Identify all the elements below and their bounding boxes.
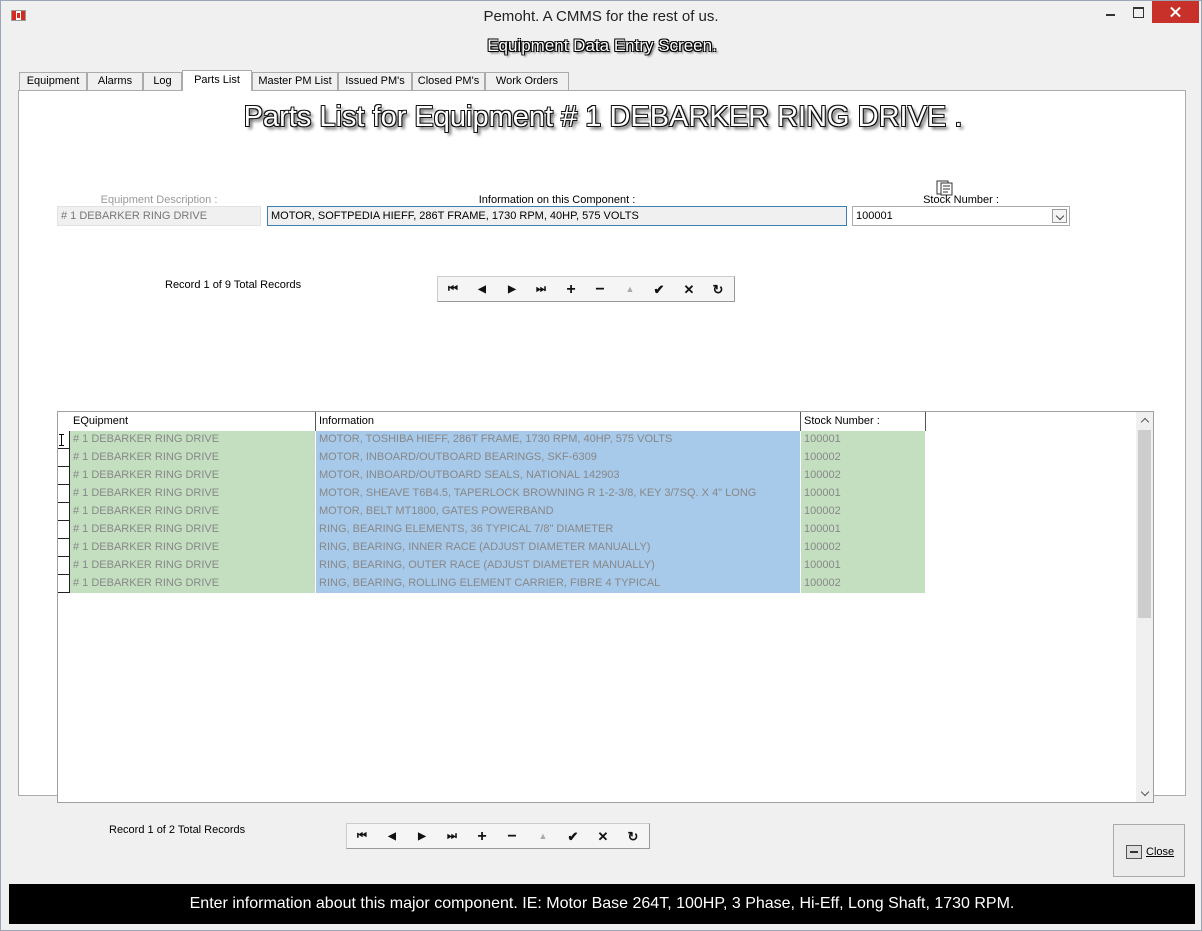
maximize-button[interactable] xyxy=(1125,1,1151,23)
cell-equipment[interactable]: # 1 DEBARKER RING DRIVE xyxy=(70,467,316,485)
cell-stock-number[interactable]: 100001 xyxy=(801,485,926,503)
post-record-icon[interactable]: ✔ xyxy=(560,828,586,845)
last-record-icon[interactable]: ⏭ xyxy=(439,828,465,845)
delete-record-icon[interactable]: − xyxy=(587,281,613,298)
equipment-description-field: # 1 DEBARKER RING DRIVE xyxy=(57,206,261,226)
edit-record-icon[interactable]: ▲ xyxy=(530,828,556,845)
stock-number-select[interactable]: 100001 xyxy=(852,206,1070,226)
cell-stock-number[interactable]: 100002 xyxy=(801,503,926,521)
cell-stock-number[interactable]: 100002 xyxy=(801,539,926,557)
cell-stock-number[interactable]: 100001 xyxy=(801,431,926,449)
information-field[interactable]: MOTOR, SOFTPEDIA HIEFF, 286T FRAME, 1730… xyxy=(267,206,847,226)
grid-vertical-scrollbar[interactable] xyxy=(1136,412,1153,802)
tab-work-orders[interactable]: Work Orders xyxy=(485,72,569,91)
column-header-stock-number[interactable]: Stock Number : xyxy=(801,412,926,432)
parts-list-title: Parts List for Equipment # 1 DEBARKER RI… xyxy=(243,101,963,133)
chevron-down-icon[interactable] xyxy=(1052,209,1067,223)
insert-record-icon[interactable]: + xyxy=(558,281,584,298)
cell-stock-number[interactable]: 100002 xyxy=(801,467,926,485)
app-window: Pemoht. A CMMS for the rest of us. Equip… xyxy=(0,0,1202,931)
minimize-button[interactable] xyxy=(1098,1,1124,23)
cell-equipment[interactable]: # 1 DEBARKER RING DRIVE xyxy=(70,449,316,467)
cell-information[interactable]: RING, BEARING, INNER RACE (ADJUST DIAMET… xyxy=(316,539,801,557)
scroll-down-icon[interactable] xyxy=(1136,785,1153,802)
cell-equipment[interactable]: # 1 DEBARKER RING DRIVE xyxy=(70,503,316,521)
edit-record-icon[interactable]: ▲ xyxy=(617,281,643,298)
cell-information[interactable]: MOTOR, BELT MT1800, GATES POWERBAND xyxy=(316,503,801,521)
client-area: Equipment Data Entry Screen. Equipment A… xyxy=(9,31,1195,924)
tab-closed-pms[interactable]: Closed PM's xyxy=(412,72,485,91)
row-indicator[interactable] xyxy=(58,521,70,539)
cell-equipment[interactable]: # 1 DEBARKER RING DRIVE xyxy=(70,575,316,593)
cell-stock-number[interactable]: 100001 xyxy=(801,521,926,539)
cell-stock-number[interactable]: 100002 xyxy=(801,449,926,467)
last-record-icon[interactable]: ⏭ xyxy=(528,281,554,298)
cell-information[interactable]: RING, BEARING ELEMENTS, 36 TYPICAL 7/8" … xyxy=(316,521,801,539)
first-record-icon[interactable]: ⏮ xyxy=(349,828,375,845)
cell-information[interactable]: MOTOR, SHEAVE T6B4.5, TAPERLOCK BROWNING… xyxy=(316,485,801,503)
tab-master-pm-list[interactable]: Master PM List xyxy=(252,72,338,91)
tab-equipment[interactable]: Equipment xyxy=(19,72,87,91)
cell-information[interactable]: MOTOR, INBOARD/OUTBOARD SEALS, NATIONAL … xyxy=(316,467,801,485)
tab-issued-pms[interactable]: Issued PM's xyxy=(338,72,412,91)
next-record-icon[interactable]: ▶ xyxy=(499,281,525,298)
scrollbar-thumb[interactable] xyxy=(1138,430,1151,618)
row-indicator[interactable] xyxy=(58,503,70,521)
window-close-button[interactable] xyxy=(1152,1,1199,23)
row-indicator[interactable] xyxy=(58,449,70,467)
parts-list-panel: Parts List for Equipment # 1 DEBARKER RI… xyxy=(18,90,1186,803)
equipment-description-label: Equipment Description : xyxy=(100,194,218,206)
title-bar[interactable]: Pemoht. A CMMS for the rest of us. xyxy=(1,1,1201,31)
stock-number-label: Stock Number : xyxy=(923,194,999,206)
window-title: Pemoht. A CMMS for the rest of us. xyxy=(483,8,719,25)
parts-navigator: ⏮ ◀ ▶ ⏭ + − ▲ ✔ ✕ ↻ xyxy=(437,276,735,302)
equipment-navigator: ⏮ ◀ ▶ ⏭ + − ▲ ✔ ✕ ↻ xyxy=(346,823,650,849)
row-indicator[interactable] xyxy=(58,485,70,503)
parts-record-counter: Record 1 of 9 Total Records xyxy=(165,279,302,291)
row-indicator[interactable] xyxy=(58,575,70,593)
information-label: Information on this Component : xyxy=(478,194,636,206)
column-header-equipment[interactable]: EQuipment xyxy=(70,412,316,432)
exit-door-icon xyxy=(1126,845,1142,859)
insert-record-icon[interactable]: + xyxy=(469,828,495,845)
prior-record-icon[interactable]: ◀ xyxy=(379,828,405,845)
row-indicator[interactable] xyxy=(58,539,70,557)
cell-information[interactable]: RING, BEARING, OUTER RACE (ADJUST DIAMET… xyxy=(316,557,801,575)
row-indicator[interactable] xyxy=(58,467,70,485)
cell-stock-number[interactable]: 100002 xyxy=(801,575,926,593)
next-record-icon[interactable]: ▶ xyxy=(409,828,435,845)
row-indicator[interactable] xyxy=(58,431,70,449)
text-cursor-icon xyxy=(59,434,66,446)
stock-number-value: 100001 xyxy=(856,210,893,222)
close-button[interactable]: Close xyxy=(1113,824,1185,877)
equipment-record-counter: Record 1 of 2 Total Records xyxy=(109,824,246,836)
cell-information[interactable]: MOTOR, TOSHIBA HIEFF, 286T FRAME, 1730 R… xyxy=(316,431,801,449)
tab-log[interactable]: Log xyxy=(143,72,182,91)
column-header-information[interactable]: Information xyxy=(316,412,801,432)
row-indicator[interactable] xyxy=(58,557,70,575)
delete-record-icon[interactable]: − xyxy=(499,828,525,845)
cell-equipment[interactable]: # 1 DEBARKER RING DRIVE xyxy=(70,557,316,575)
parts-grid[interactable]: EQuipment Information Stock Number : # 1… xyxy=(57,411,1154,803)
cell-information[interactable]: RING, BEARING, ROLLING ELEMENT CARRIER, … xyxy=(316,575,801,593)
scroll-up-icon[interactable] xyxy=(1136,412,1153,429)
status-hint-bar: Enter information about this major compo… xyxy=(9,884,1195,924)
cancel-edit-icon[interactable]: ✕ xyxy=(590,828,616,845)
tab-parts-list[interactable]: Parts List xyxy=(182,70,252,91)
refresh-data-icon[interactable]: ↻ xyxy=(620,828,646,845)
tab-alarms[interactable]: Alarms xyxy=(87,72,143,91)
refresh-data-icon[interactable]: ↻ xyxy=(705,281,731,298)
cell-equipment[interactable]: # 1 DEBARKER RING DRIVE xyxy=(70,539,316,557)
cancel-edit-icon[interactable]: ✕ xyxy=(676,281,702,298)
first-record-icon[interactable]: ⏮ xyxy=(440,281,466,298)
cell-equipment[interactable]: # 1 DEBARKER RING DRIVE xyxy=(70,485,316,503)
post-record-icon[interactable]: ✔ xyxy=(646,281,672,298)
screen-title: Equipment Data Entry Screen. xyxy=(487,36,717,55)
cell-stock-number[interactable]: 100001 xyxy=(801,557,926,575)
prior-record-icon[interactable]: ◀ xyxy=(469,281,495,298)
cell-equipment[interactable]: # 1 DEBARKER RING DRIVE xyxy=(70,431,316,449)
cell-information[interactable]: MOTOR, INBOARD/OUTBOARD BEARINGS, SKF-63… xyxy=(316,449,801,467)
close-button-label: Close xyxy=(1146,846,1175,858)
cell-equipment[interactable]: # 1 DEBARKER RING DRIVE xyxy=(70,521,316,539)
